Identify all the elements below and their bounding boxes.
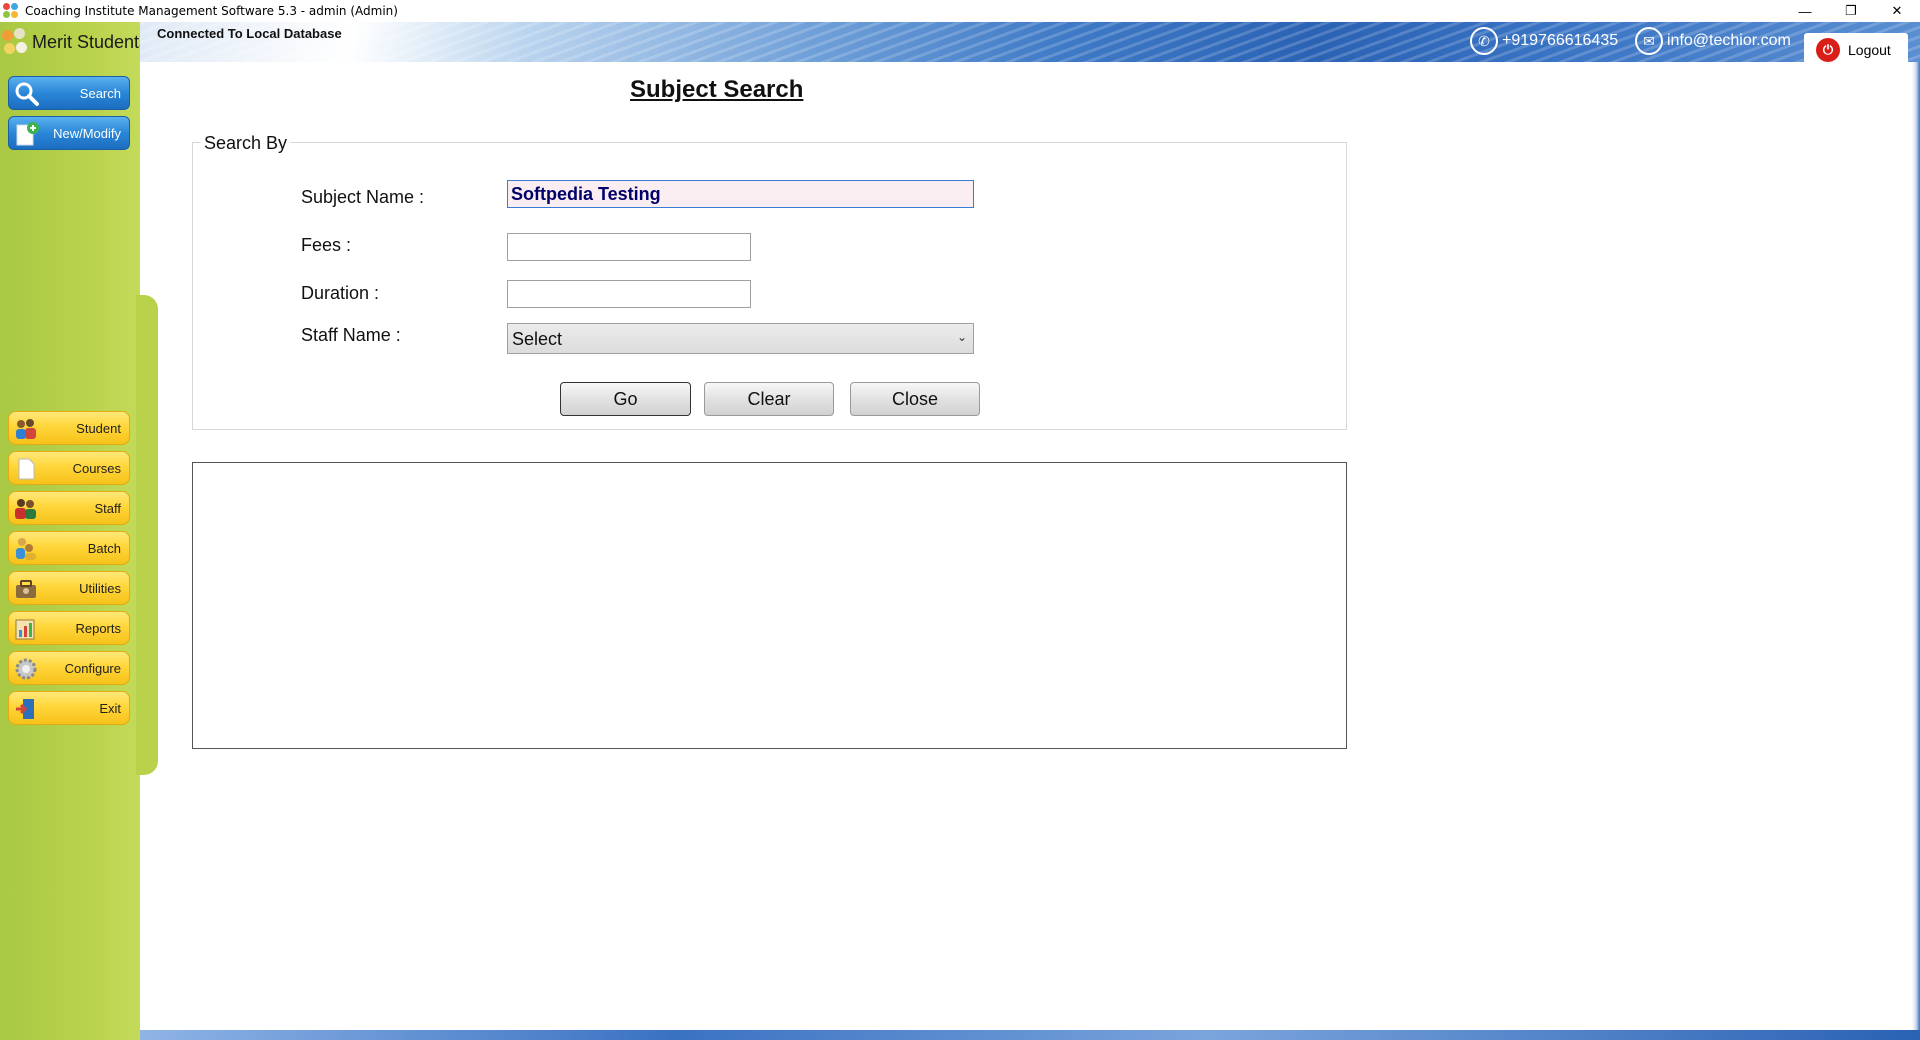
sidebar-item-label: Courses	[72, 460, 121, 476]
window-title: Coaching Institute Management Software 5…	[25, 4, 398, 18]
new-document-icon	[16, 122, 39, 146]
brand-logo: Merit Students	[2, 28, 148, 56]
logout-label: Logout	[1848, 42, 1891, 58]
brand-name: Merit Students	[32, 31, 149, 52]
exit-door-icon	[16, 699, 34, 719]
minimize-button[interactable]: —	[1782, 0, 1828, 22]
logo-icon	[2, 28, 28, 56]
subject-name-input[interactable]	[507, 180, 974, 208]
page-title: Subject Search	[630, 76, 804, 103]
sidebar-item-label: Batch	[87, 540, 121, 556]
right-edge-decoration	[1912, 62, 1920, 1030]
search-nav-label: Search	[79, 85, 121, 101]
sidebar-item-exit[interactable]: Exit	[8, 691, 130, 725]
close-button[interactable]: Close	[850, 382, 980, 416]
sidebar-item-staff[interactable]: Staff	[8, 491, 130, 525]
email-contact: ✉ info@techior.com	[1635, 27, 1791, 55]
sidebar-item-label: Utilities	[79, 580, 121, 596]
staff-name-selected: Select	[512, 329, 563, 349]
batch-icon	[16, 538, 36, 560]
email-address: info@techior.com	[1667, 32, 1791, 49]
fees-label: Fees :	[301, 235, 352, 255]
group-label: Search By	[201, 133, 291, 154]
close-window-button[interactable]: ✕	[1874, 0, 1920, 22]
chevron-down-icon: ⌄	[956, 330, 967, 344]
sidebar-item-label: Configure	[64, 660, 121, 676]
phone-icon: ✆	[1470, 27, 1498, 55]
go-button[interactable]: Go	[560, 382, 691, 416]
students-icon	[16, 419, 36, 439]
sidebar-item-student[interactable]: Student	[8, 411, 130, 445]
magnifier-icon	[15, 82, 39, 106]
sidebar-item-courses[interactable]: Courses	[8, 451, 130, 485]
toolbox-icon	[16, 580, 36, 598]
connection-status: Connected To Local Database	[157, 26, 342, 41]
document-icon	[18, 458, 35, 480]
phone-number: +919766616435	[1502, 32, 1619, 49]
subject-name-label: Subject Name :	[301, 187, 425, 207]
duration-label: Duration :	[301, 283, 380, 303]
results-grid[interactable]	[192, 462, 1347, 749]
sidebar-item-label: Exit	[99, 700, 121, 716]
header-banner: Connected To Local Database ✆ +919766616…	[140, 22, 1920, 62]
gear-icon	[15, 658, 37, 680]
staff-icon	[15, 499, 36, 519]
clear-button[interactable]: Clear	[704, 382, 834, 416]
duration-input[interactable]	[507, 280, 751, 308]
new-modify-nav-label: New/Modify	[53, 125, 121, 141]
staff-name-select[interactable]: Select ⌄	[507, 323, 974, 354]
app-icon	[3, 3, 19, 19]
mail-icon: ✉	[1635, 27, 1663, 55]
sidebar-item-batch[interactable]: Batch	[8, 531, 130, 565]
restore-button[interactable]: ❐	[1828, 0, 1874, 22]
fees-input[interactable]	[507, 233, 751, 261]
sidebar-item-reports[interactable]: Reports	[8, 611, 130, 645]
phone-contact: ✆ +919766616435	[1470, 27, 1618, 55]
logout-button[interactable]: ⏻ Logout	[1804, 33, 1908, 67]
sidebar-item-label: Reports	[75, 620, 121, 636]
staff-name-label: Staff Name :	[301, 325, 401, 345]
sidebar-item-label: Student	[76, 420, 121, 436]
sidebar-item-label: Staff	[94, 500, 121, 516]
sidebar-tab	[136, 295, 158, 775]
bottom-banner	[140, 1030, 1920, 1040]
window-titlebar: Coaching Institute Management Software 5…	[0, 0, 1920, 22]
reports-icon	[15, 619, 35, 640]
search-nav-button[interactable]: Search	[8, 76, 130, 110]
sidebar-item-configure[interactable]: Configure	[8, 651, 130, 685]
sidebar-item-utilities[interactable]: Utilities	[8, 571, 130, 605]
power-icon: ⏻	[1816, 38, 1840, 62]
new-modify-nav-button[interactable]: New/Modify	[8, 116, 130, 150]
